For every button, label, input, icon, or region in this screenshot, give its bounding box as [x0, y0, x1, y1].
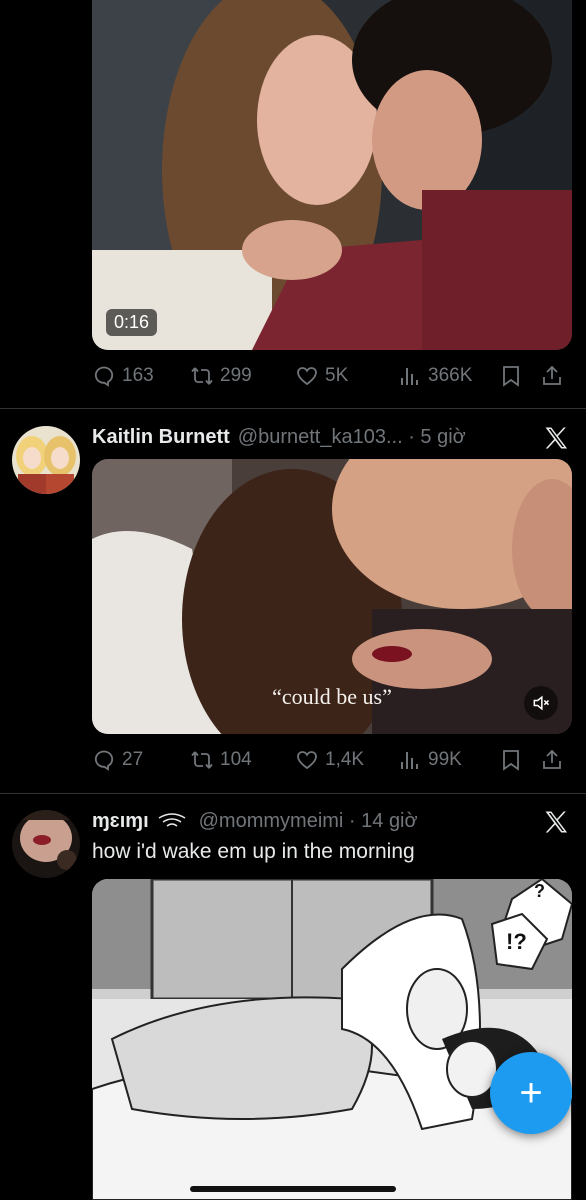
- share-icon: [543, 749, 561, 769]
- views-button[interactable]: 99K: [398, 745, 462, 775]
- views-button[interactable]: 366K: [398, 361, 472, 391]
- reply-button[interactable]: 163: [92, 361, 154, 391]
- share-button[interactable]: [540, 361, 564, 391]
- avatar[interactable]: [12, 426, 80, 494]
- retweet-icon: [191, 367, 213, 385]
- tweet-divider: [0, 408, 586, 409]
- retweet-icon: [191, 751, 213, 769]
- retweet-button[interactable]: 299: [190, 361, 252, 391]
- tweet3-image[interactable]: ? !?: [92, 879, 572, 1200]
- views-icon: [401, 368, 418, 385]
- views-count: 366K: [428, 365, 473, 386]
- tweet2-header: Kaitlin Burnett @burnett_ka103... · 5 gi…: [92, 422, 536, 452]
- plus-icon: +: [519, 1071, 543, 1115]
- bookmark-button[interactable]: [499, 361, 523, 391]
- tweet-divider: [0, 793, 586, 794]
- author-handle-time[interactable]: @mommymeimi · 14 giờ: [199, 810, 418, 833]
- manga-bubble-question: ?: [534, 881, 545, 901]
- x-logo-icon: [545, 811, 568, 833]
- tweet2-actions: 27 104 1,4K 99K: [92, 745, 572, 775]
- avatar-image: [12, 426, 80, 494]
- like-count: 5K: [325, 365, 349, 386]
- like-button[interactable]: 1,4K: [295, 745, 364, 775]
- retweet-count: 104: [220, 749, 252, 770]
- reply-icon: [94, 750, 114, 771]
- heart-icon: [297, 751, 317, 770]
- manga-bubble-exclaim: !?: [506, 929, 527, 954]
- share-button[interactable]: [540, 745, 564, 775]
- reply-count: 27: [122, 749, 144, 770]
- wifi-symbol-icon: [158, 813, 186, 827]
- avatar-image: [12, 810, 80, 878]
- like-button[interactable]: 5K: [295, 361, 348, 391]
- tweet3-header: ɱɛıɱı @mommymeimi · 14 giờ: [92, 806, 536, 836]
- views-count: 99K: [428, 749, 462, 770]
- tweet2-video[interactable]: “could be us”: [92, 459, 572, 734]
- video-thumbnail: [92, 0, 572, 350]
- mute-button[interactable]: [524, 686, 558, 720]
- like-count: 1,4K: [325, 749, 365, 770]
- author-handle-time[interactable]: @burnett_ka103... · 5 giờ: [238, 426, 466, 449]
- muted-speaker-icon: [533, 695, 550, 711]
- share-icon: [543, 365, 561, 385]
- avatar[interactable]: [12, 810, 80, 878]
- bookmark-button[interactable]: [499, 745, 523, 775]
- bookmark-icon: [503, 750, 519, 771]
- x-logo-icon: [545, 427, 568, 449]
- heart-icon: [297, 367, 317, 386]
- manga-illustration: [92, 879, 572, 1200]
- author-name[interactable]: ɱɛıɱı: [92, 810, 149, 833]
- home-indicator: [190, 1186, 396, 1192]
- video-duration: 0:16: [114, 312, 150, 332]
- author-name[interactable]: Kaitlin Burnett: [92, 426, 230, 449]
- bookmark-icon: [503, 366, 519, 387]
- video-duration-badge: 0:16: [106, 309, 158, 336]
- video-caption: “could be us”: [272, 684, 392, 709]
- tweet1-video[interactable]: 0:16: [92, 0, 572, 350]
- reply-count: 163: [122, 365, 154, 386]
- reply-button[interactable]: 27: [92, 745, 143, 775]
- retweet-count: 299: [220, 365, 252, 386]
- tweet-text: how i'd wake em up in the morning: [92, 840, 415, 863]
- reply-icon: [94, 366, 114, 387]
- retweet-button[interactable]: 104: [190, 745, 252, 775]
- compose-fab-button[interactable]: +: [490, 1052, 572, 1134]
- views-icon: [401, 752, 418, 769]
- tweet1-actions: 163 299 5K 366K: [92, 361, 572, 391]
